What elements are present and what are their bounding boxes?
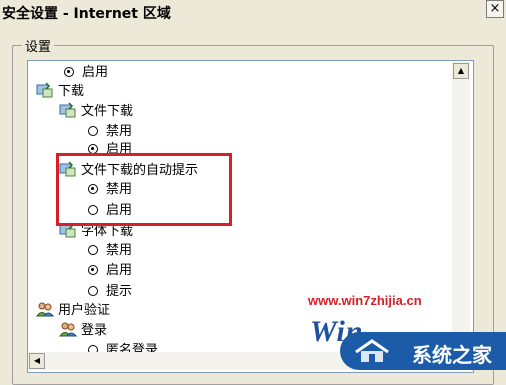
- list-item[interactable]: 提示: [88, 282, 132, 302]
- option-label: 启用: [106, 263, 133, 278]
- category-label: 下载: [58, 84, 85, 99]
- category-label: 用户验证: [58, 303, 111, 318]
- option-label: 提示: [106, 284, 133, 299]
- settings-folder-icon: [59, 102, 76, 118]
- list-item: 用户验证: [36, 301, 110, 321]
- watermark-brand: 系统之家: [412, 343, 492, 367]
- option-label: 禁用: [106, 124, 133, 139]
- users-icon: [36, 302, 54, 317]
- radio-unselected-icon[interactable]: [88, 126, 98, 136]
- window-title: 安全设置 - Internet 区域: [2, 6, 171, 22]
- setting-label: 文件下载: [81, 104, 134, 119]
- option-label: 禁用: [106, 243, 133, 258]
- title-bar: 安全设置 - Internet 区域 ×: [0, 0, 506, 24]
- list-item[interactable]: 启用: [88, 261, 132, 281]
- settings-folder-icon: [36, 82, 53, 98]
- list-item: 文件下载: [59, 102, 133, 122]
- users-icon: [59, 322, 77, 337]
- list-item[interactable]: 禁用: [88, 241, 132, 261]
- option-label: 启用: [82, 65, 109, 80]
- home-logo-icon: [355, 339, 389, 362]
- setting-label: 登录: [81, 323, 108, 338]
- close-button[interactable]: ×: [486, 0, 504, 18]
- list-item[interactable]: 启用: [64, 63, 108, 83]
- scroll-up-button[interactable]: ▲: [453, 63, 469, 79]
- radio-unselected-icon[interactable]: [88, 245, 98, 255]
- watermark-url: www.win7zhijia.cn: [308, 293, 422, 308]
- list-item: 下载: [36, 82, 84, 102]
- list-item[interactable]: 禁用: [88, 122, 132, 142]
- highlight-box: [56, 153, 232, 226]
- setting-label: 字体下载: [81, 224, 134, 239]
- watermark: www.win7zhijia.cn Win 系统之家: [300, 287, 506, 373]
- watermark-badge: 系统之家: [340, 332, 506, 370]
- scroll-left-button[interactable]: ◀: [29, 353, 45, 369]
- radio-unselected-icon[interactable]: [88, 286, 98, 296]
- settings-group-label: 设置: [22, 36, 55, 55]
- radio-selected-icon[interactable]: [88, 265, 98, 275]
- list-item: 登录: [59, 321, 107, 341]
- radio-selected-icon[interactable]: [64, 67, 74, 77]
